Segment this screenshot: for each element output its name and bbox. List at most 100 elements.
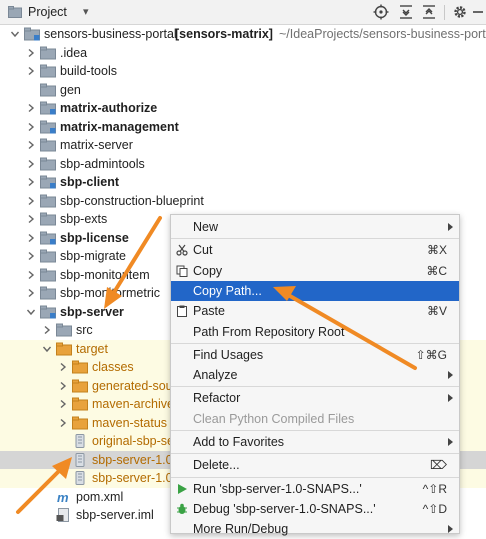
chevron-right-icon[interactable]: [26, 122, 36, 132]
tree-item-label: sbp-construction-blueprint: [60, 193, 204, 208]
tree-item-gen[interactable]: gen: [0, 81, 486, 100]
chevron-right-icon[interactable]: [26, 103, 36, 113]
submenu-arrow-icon: [448, 394, 453, 403]
hide-icon[interactable]: [470, 4, 486, 20]
tree-item-build-tools[interactable]: build-tools: [0, 62, 486, 81]
tree-item-sbp-admintools[interactable]: sbp-admintools: [0, 155, 486, 174]
menu-item-label: Add to Favorites: [193, 435, 285, 449]
tree-item-matrix-server[interactable]: matrix-server: [0, 136, 486, 155]
run-icon: [178, 483, 187, 494]
folder-icon: [40, 157, 56, 170]
tree-item-label: .idea: [60, 45, 88, 60]
panel-title[interactable]: Project: [28, 5, 67, 19]
chevron-down-icon[interactable]: [26, 307, 36, 317]
chevron-right-icon[interactable]: [26, 251, 36, 261]
menu-separator: [171, 476, 459, 478]
copy-icon: [176, 265, 188, 277]
chevron-right-icon[interactable]: [58, 381, 68, 391]
menu-item-label: Clean Python Compiled Files: [193, 411, 355, 426]
tree-item-label: matrix-management: [60, 119, 179, 134]
chevron-right-icon[interactable]: [26, 288, 36, 298]
locate-icon[interactable]: [373, 4, 389, 20]
menu-item-path-from-repository-root[interactable]: Path From Repository Root: [171, 322, 459, 342]
menu-item-analyze[interactable]: Analyze: [171, 365, 459, 385]
chevron-right-icon[interactable]: [26, 233, 36, 243]
settings-icon[interactable]: [452, 4, 468, 20]
menu-item-copy-path[interactable]: Copy Path...: [171, 280, 459, 301]
chevron-right-icon[interactable]: [42, 325, 52, 335]
menu-item-label: Refactor: [193, 391, 241, 406]
module-folder-icon: [40, 101, 56, 115]
maven-icon: m: [57, 490, 69, 504]
submenu-arrow-icon: [448, 371, 453, 380]
chevron-right-icon[interactable]: [26, 214, 36, 224]
tree-item-label: build-tools: [60, 64, 117, 78]
tree-item-sensors-business-portal[interactable]: sensors-business-portal [sensors-matrix] ~…: [0, 25, 486, 44]
context-menu: New Cut ⌘X Copy ⌘C Copy Path... Paste ⌘V Path Fr…: [170, 214, 460, 536]
menu-item-label: Copy Path...: [193, 283, 262, 298]
tree-item-label: maven-archiver: [92, 397, 179, 411]
menu-item-paste[interactable]: Paste ⌘V: [171, 301, 459, 321]
chevron-right-icon[interactable]: [26, 196, 36, 206]
chevron-right-icon[interactable]: [58, 362, 68, 372]
tree-item-idea[interactable]: .idea: [0, 44, 486, 63]
chevron-right-icon[interactable]: [26, 48, 36, 58]
menu-item-debug-sbp-server-1-0-snaps[interactable]: Debug 'sbp-server-1.0-SNAPS...' ^⇧D: [171, 499, 459, 519]
tree-item-label: sbp-server.iml: [76, 508, 154, 522]
chevron-down-icon[interactable]: [42, 344, 52, 354]
menu-item-delete[interactable]: Delete... ⌦: [171, 455, 459, 475]
tree-item-label: sbp-monitoritem: [60, 267, 150, 282]
submenu-arrow-icon: [448, 525, 453, 534]
menu-item-more-run-debug[interactable]: More Run/Debug: [171, 519, 459, 539]
tree-item-matrix-authorize[interactable]: matrix-authorize: [0, 99, 486, 118]
menu-item-new[interactable]: New: [171, 217, 459, 237]
menu-item-add-to-favorites[interactable]: Add to Favorites: [171, 432, 459, 452]
chevron-right-icon[interactable]: [26, 177, 36, 187]
module-folder-icon: [40, 120, 56, 133]
menu-item-cut[interactable]: Cut ⌘X: [171, 240, 459, 260]
tree-item-label: sbp-exts: [60, 212, 108, 226]
menu-item-refactor[interactable]: Refactor: [171, 388, 459, 408]
tree-item-label: sbp-client: [60, 175, 120, 189]
cut-icon: [176, 244, 188, 256]
menu-item-run-sbp-server-1-0-snaps[interactable]: Run 'sbp-server-1.0-SNAPS...' ^⇧R: [171, 479, 459, 499]
chevron-right-icon[interactable]: [26, 140, 36, 150]
chevron-down-icon[interactable]: [10, 29, 20, 39]
jar-icon: [75, 434, 85, 448]
tree-item-label: sensors-business-portal: [44, 27, 177, 41]
module-folder-icon: [40, 305, 56, 318]
menu-item-label: Delete...: [193, 458, 240, 473]
folder-icon: [56, 323, 72, 337]
chevron-right-icon[interactable]: [26, 159, 36, 169]
submenu-arrow-icon: [448, 438, 453, 446]
menu-separator: [171, 386, 459, 388]
debug-icon: [177, 503, 187, 514]
tree-item-sbp-client[interactable]: sbp-client: [0, 173, 486, 192]
menu-item-label: Debug 'sbp-server-1.0-SNAPS...': [193, 501, 376, 516]
menu-item-label: Run 'sbp-server-1.0-SNAPS...': [193, 481, 362, 496]
project-panel-header: Project ▾: [0, 0, 486, 25]
menu-item-copy[interactable]: Copy ⌘C: [171, 261, 459, 281]
chevron-right-icon[interactable]: [26, 66, 36, 76]
chevron-right-icon[interactable]: [58, 399, 68, 409]
tree-item-sbp-construction-blueprint[interactable]: sbp-construction-blueprint: [0, 192, 486, 211]
expand-all-icon[interactable]: [398, 4, 414, 20]
submenu-arrow-icon: [448, 223, 453, 231]
folder-icon: [40, 286, 56, 300]
menu-item-label: Find Usages: [193, 347, 264, 362]
collapse-all-icon[interactable]: [421, 4, 437, 20]
tree-item-matrix-management[interactable]: matrix-management: [0, 118, 486, 137]
orange-folder-icon: [56, 342, 72, 355]
jar-icon: [75, 452, 85, 467]
chevron-right-icon[interactable]: [26, 270, 36, 280]
chevron-down-icon[interactable]: ▾: [83, 5, 89, 18]
folder-icon: [40, 138, 56, 152]
tree-item-label: classes: [92, 360, 134, 374]
folder-icon: [40, 46, 56, 59]
menu-item-find-usages[interactable]: Find Usages ⇧⌘G: [171, 345, 459, 365]
orange-folder-icon: [72, 379, 88, 392]
chevron-right-icon[interactable]: [58, 418, 68, 428]
tree-item-label: matrix-server: [60, 138, 133, 152]
tree-item-label: sbp-admintools: [60, 156, 145, 171]
menu-item-label: Path From Repository Root: [193, 324, 345, 339]
